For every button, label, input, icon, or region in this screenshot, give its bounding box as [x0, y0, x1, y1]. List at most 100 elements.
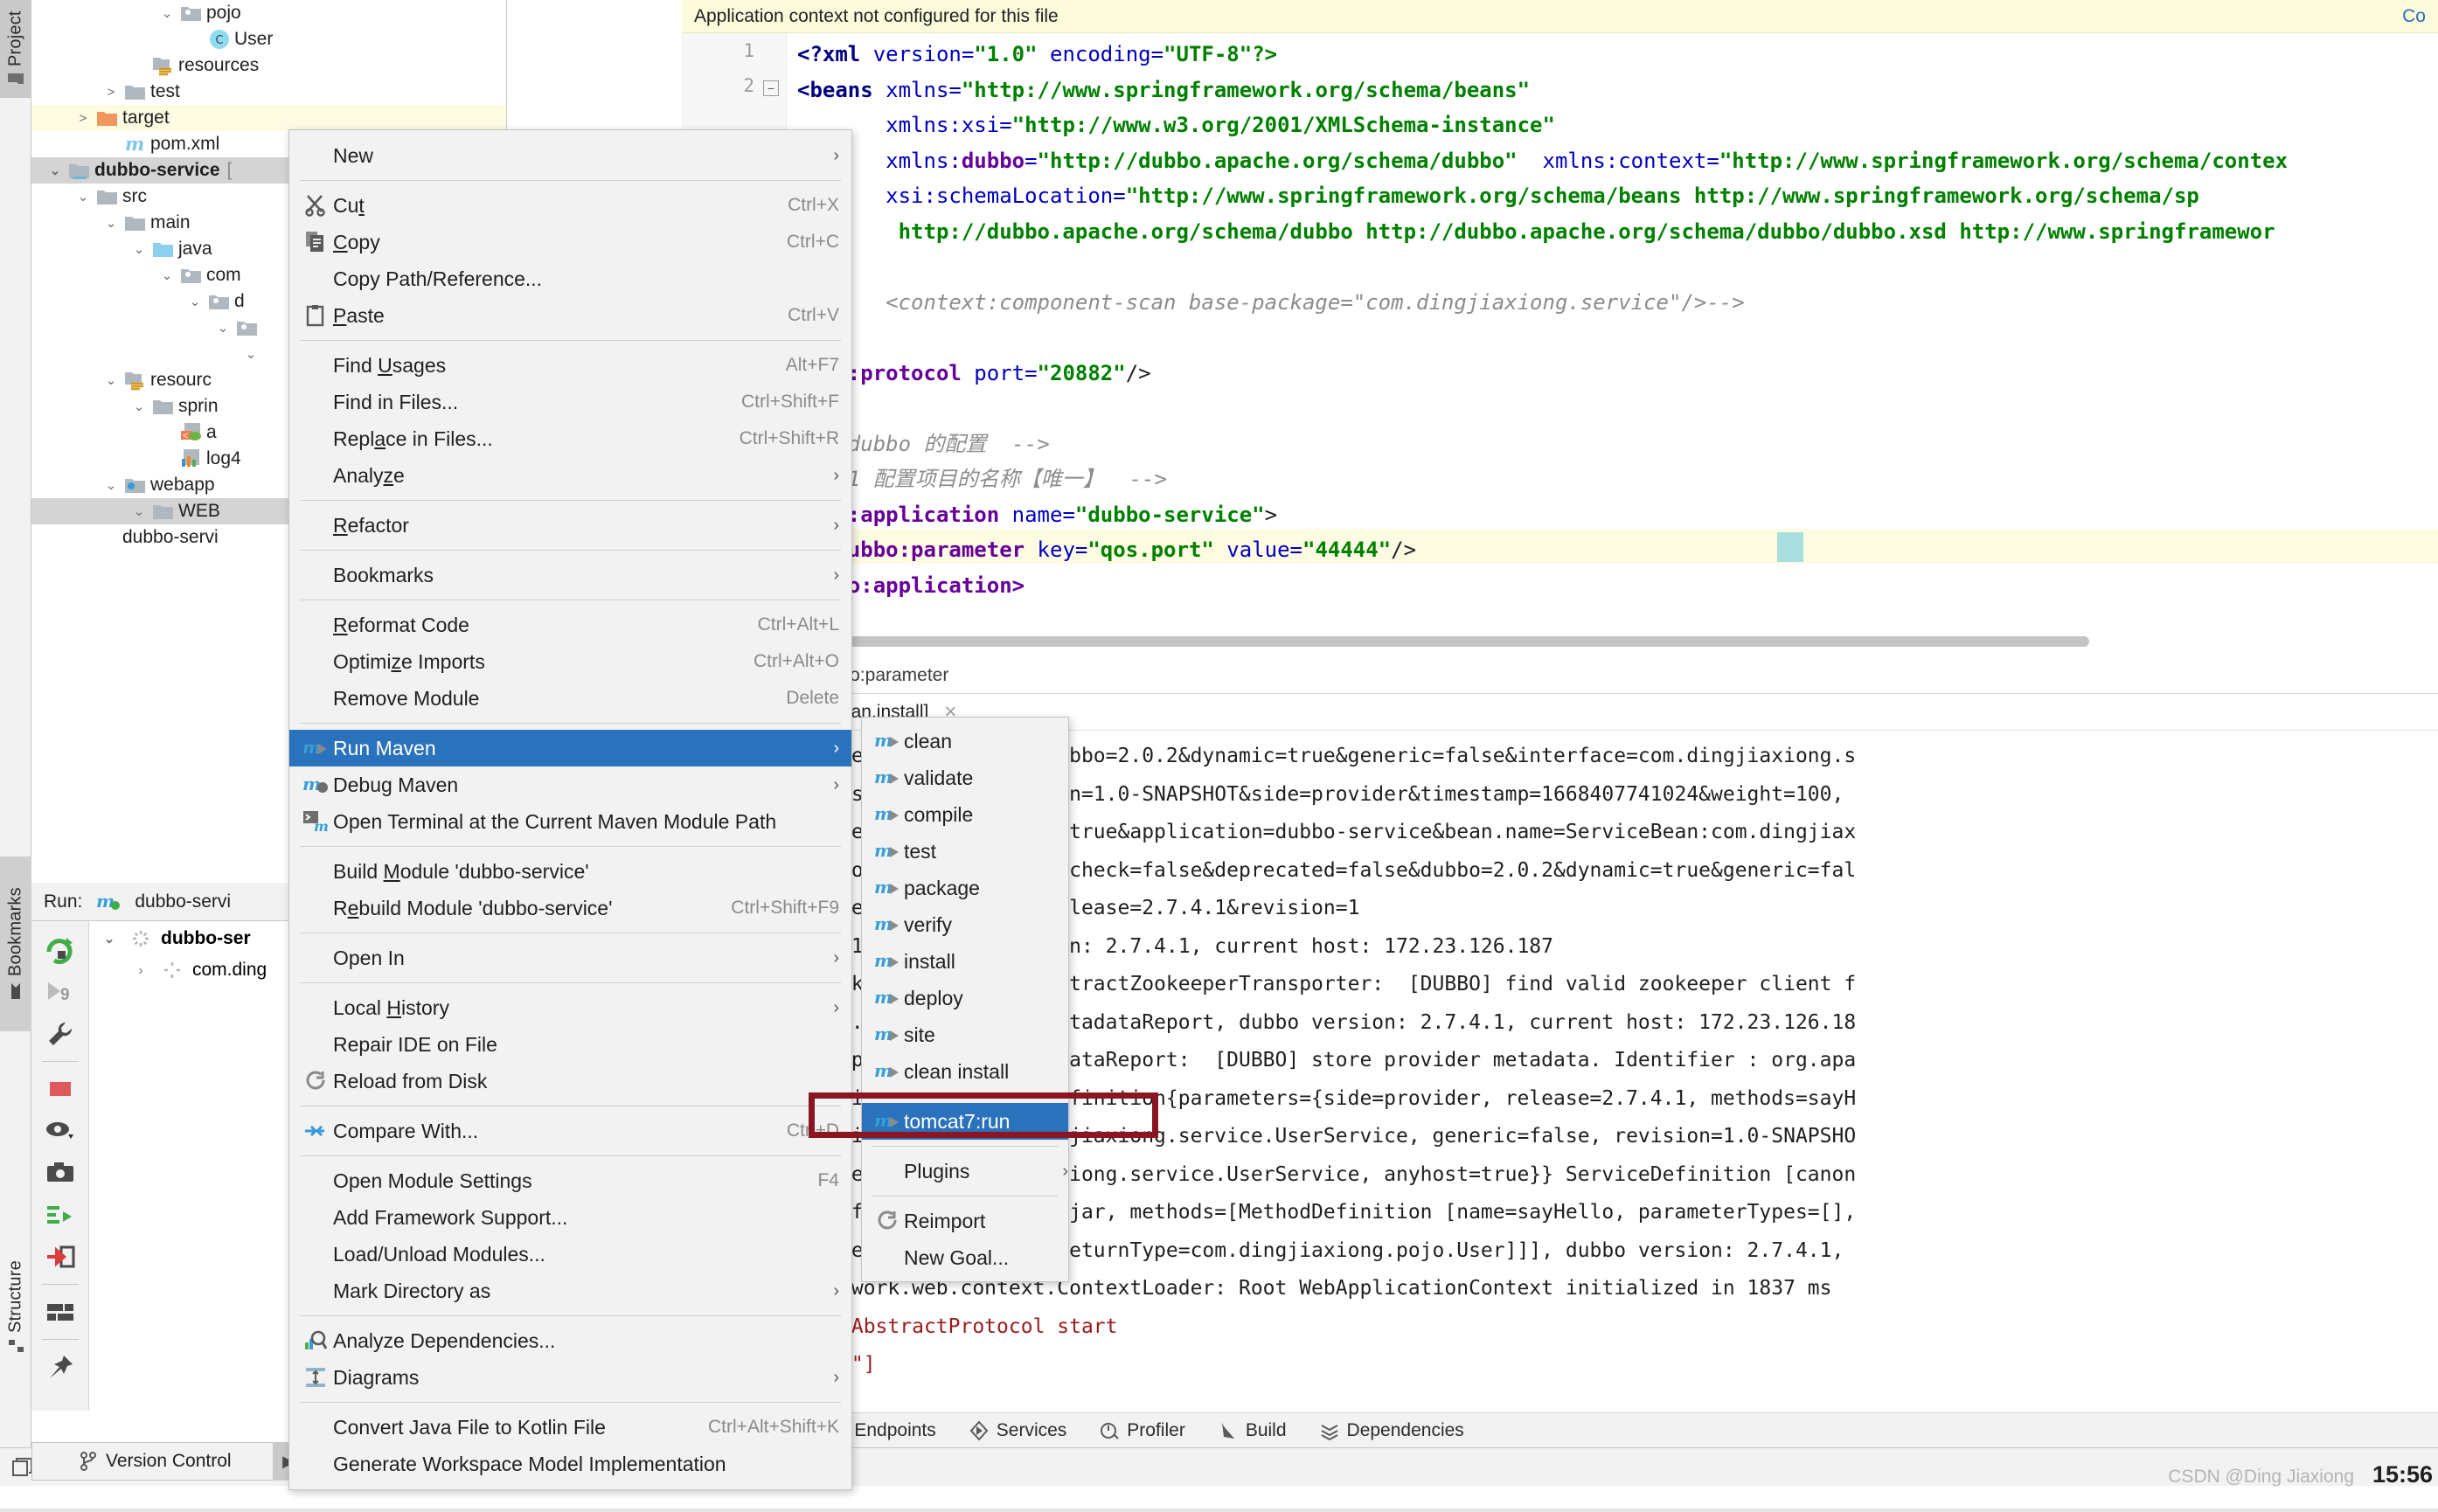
chevron-right-icon[interactable]: > [72, 111, 94, 126]
chevron-down-icon[interactable]: ⌄ [100, 477, 122, 493]
maven-goal-plugins[interactable]: Plugins › [862, 1153, 1068, 1189]
sidebar-item-structure[interactable]: Structure [0, 1224, 31, 1390]
sort-icon[interactable] [38, 1195, 83, 1235]
maven-goal-site[interactable]: m site [862, 1016, 1068, 1053]
menu-item-new[interactable]: New › [289, 137, 851, 174]
menu-item-generate-workspace-model-implementation[interactable]: Generate Workspace Model Implementation [289, 1446, 851, 1482]
maven-goal-tomcat7-run[interactable]: m tomcat7:run [862, 1103, 1068, 1140]
chevron-right-icon: › [833, 465, 839, 485]
camera-icon[interactable] [38, 1153, 83, 1193]
rerun-icon[interactable] [38, 930, 83, 970]
maven-goals-submenu[interactable]: m clean m validate m compile m test m package m ver… [861, 717, 1069, 1282]
bottom-tool-tabs[interactable]: Terminal Endpoints Services Profiler Bui… [682, 1412, 2438, 1447]
menu-item-run-maven[interactable]: m Run Maven › [289, 730, 851, 766]
chevron-down-icon[interactable]: ⌄ [98, 931, 121, 947]
menu-item-analyze-dependencies[interactable]: Analyze Dependencies... [289, 1322, 851, 1359]
pin-icon[interactable] [38, 1347, 83, 1387]
menu-item-build-module-dubbo-service[interactable]: Build Module 'dubbo-service' [289, 853, 851, 890]
breadcrumb[interactable]: application › dubbo:parameter [682, 657, 2438, 694]
stop-icon[interactable] [38, 1069, 83, 1109]
menu-item-copy[interactable]: Copy Ctrl+C [289, 224, 851, 260]
menu-item-open-module-settings[interactable]: Open Module Settings F4 [289, 1162, 851, 1199]
maven-goal-new-goal[interactable]: New Goal... [862, 1239, 1068, 1276]
version-control-popup-item[interactable]: Version Control [31, 1442, 304, 1481]
maven-goal-reimport[interactable]: Reimport [862, 1203, 1068, 1239]
menu-item-debug-maven[interactable]: m Debug Maven › [289, 766, 851, 803]
tree-row[interactable]: C User [31, 26, 506, 52]
chevron-right-icon[interactable]: > [100, 85, 122, 100]
menu-item-label: Analyze Dependencies... [333, 1328, 556, 1352]
menu-item-replace-in-files[interactable]: Replace in Files... Ctrl+Shift+R [289, 420, 851, 457]
chevron-down-icon[interactable]: ⌄ [156, 267, 178, 283]
menu-item-find-in-files[interactable]: Find in Files... Ctrl+Shift+F [289, 384, 851, 420]
maven-goal-clean[interactable]: m clean [862, 723, 1068, 759]
chevron-down-icon[interactable]: ⌄ [100, 372, 122, 388]
menu-item-optimize-imports[interactable]: Optimize Imports Ctrl+Alt+O [289, 643, 851, 680]
sidebar-item-project[interactable]: Project [0, 0, 31, 98]
tab-services[interactable]: Services [969, 1420, 1066, 1441]
menu-item-rebuild-module-dubbo-service[interactable]: Rebuild Module 'dubbo-service' Ctrl+Shift… [289, 890, 851, 926]
menu-item-load-unload-modules[interactable]: Load/Unload Modules... [289, 1236, 851, 1273]
maven-goal-test[interactable]: m test [862, 833, 1068, 870]
maven-goal-deploy[interactable]: m deploy [862, 980, 1068, 1016]
chevron-down-icon[interactable]: ⌄ [128, 241, 150, 257]
maven-goal-compile[interactable]: m compile [862, 796, 1068, 833]
menu-item-repair-ide-on-file[interactable]: Repair IDE on File [289, 1026, 851, 1063]
chevron-down-icon[interactable]: ⌄ [240, 346, 262, 362]
maven-goal-install[interactable]: m install [862, 943, 1068, 980]
sidebar-item-bookmarks[interactable]: Bookmarks [0, 857, 31, 1031]
eye-icon[interactable] [38, 1111, 83, 1151]
chevron-down-icon[interactable]: ⌄ [100, 215, 122, 231]
chevron-down-icon[interactable]: ⌄ [72, 189, 94, 205]
menu-separator [300, 1155, 841, 1156]
wrench-icon[interactable] [38, 1014, 83, 1054]
menu-item-analyze[interactable]: Analyze › [289, 457, 851, 494]
chevron-down-icon[interactable]: ⌄ [156, 5, 178, 21]
menu-item-convert-java-file-to-kotlin-file[interactable]: Convert Java File to Kotlin File Ctrl+Alt… [289, 1409, 851, 1446]
tree-row[interactable]: > target [31, 105, 506, 131]
import-icon[interactable] [38, 1237, 83, 1277]
menu-item-reload-from-disk[interactable]: Reload from Disk [289, 1063, 851, 1099]
tab-build[interactable]: Build [1219, 1420, 1287, 1441]
menu-item-diagrams[interactable]: Diagrams › [289, 1359, 851, 1396]
tree-row[interactable]: > test [31, 79, 506, 105]
menu-item-open-terminal-at-the-current-maven-module-path[interactable]: m Open Terminal at the Current Maven Modu… [289, 803, 851, 840]
menu-item-refactor[interactable]: Refactor › [289, 507, 851, 544]
menu-item-local-history[interactable]: Local History › [289, 989, 851, 1026]
menu-item-reformat-code[interactable]: Reformat Code Ctrl+Alt+L [289, 607, 851, 643]
chevron-down-icon[interactable]: ⌄ [128, 399, 150, 414]
notification-action-link[interactable]: Co [2402, 6, 2426, 27]
menu-item-copy-path-reference[interactable]: Copy Path/Reference... [289, 260, 851, 297]
menu-item-compare-with[interactable]: Compare With... Ctrl+D [289, 1113, 851, 1149]
maven-goal-clean-install[interactable]: m clean install [862, 1053, 1068, 1090]
tab-profiler[interactable]: Profiler [1100, 1420, 1185, 1441]
tab-dependencies[interactable]: Dependencies [1320, 1420, 1464, 1441]
menu-item-add-framework-support[interactable]: Add Framework Support... [289, 1199, 851, 1236]
tree-row[interactable]: resources [31, 52, 506, 79]
menu-item-bookmarks[interactable]: Bookmarks › [289, 557, 851, 593]
menu-item-cut[interactable]: Cut Ctrl+X [289, 187, 851, 224]
chevron-down-icon[interactable]: ⌄ [212, 320, 234, 336]
maven-goal-package[interactable]: m package [862, 870, 1068, 906]
bookmark-icon [9, 982, 23, 1000]
layout-icon[interactable] [38, 1292, 83, 1332]
chevron-down-icon[interactable]: ⌄ [184, 294, 206, 309]
fold-minus-icon[interactable]: − [763, 80, 779, 96]
menu-item-open-in[interactable]: Open In › [289, 940, 851, 976]
code-editor[interactable]: 1 2 − <?xml version="1.0" encoding="UTF-… [682, 33, 2438, 655]
chevron-down-icon[interactable]: ⌄ [128, 503, 150, 519]
tree-row-label: test [150, 81, 180, 101]
menu-item-mark-directory-as[interactable]: Mark Directory as › [289, 1273, 851, 1309]
chevron-right-icon[interactable]: › [129, 963, 152, 978]
rerun-failed-icon[interactable]: 9 [38, 972, 83, 1012]
tree-row[interactable]: ⌄ pojo [31, 0, 506, 26]
editor-horizontal-scrollbar[interactable] [682, 636, 2089, 647]
menu-item-remove-module[interactable]: Remove Module Delete [289, 680, 851, 717]
context-menu[interactable]: New › Cut Ctrl+X Copy Ctrl+C Copy Path/Referen… [288, 129, 852, 1490]
menu-item-paste[interactable]: Paste Ctrl+V [289, 297, 851, 334]
menu-item-find-usages[interactable]: Find Usages Alt+F7 [289, 347, 851, 384]
chevron-down-icon[interactable]: ⌄ [44, 163, 66, 178]
maven-goal-validate[interactable]: m validate [862, 759, 1068, 796]
maven-goal-verify[interactable]: m verify [862, 906, 1068, 943]
console-line: ong.service.UserService?anyhost=true&app… [682, 821, 1857, 843]
